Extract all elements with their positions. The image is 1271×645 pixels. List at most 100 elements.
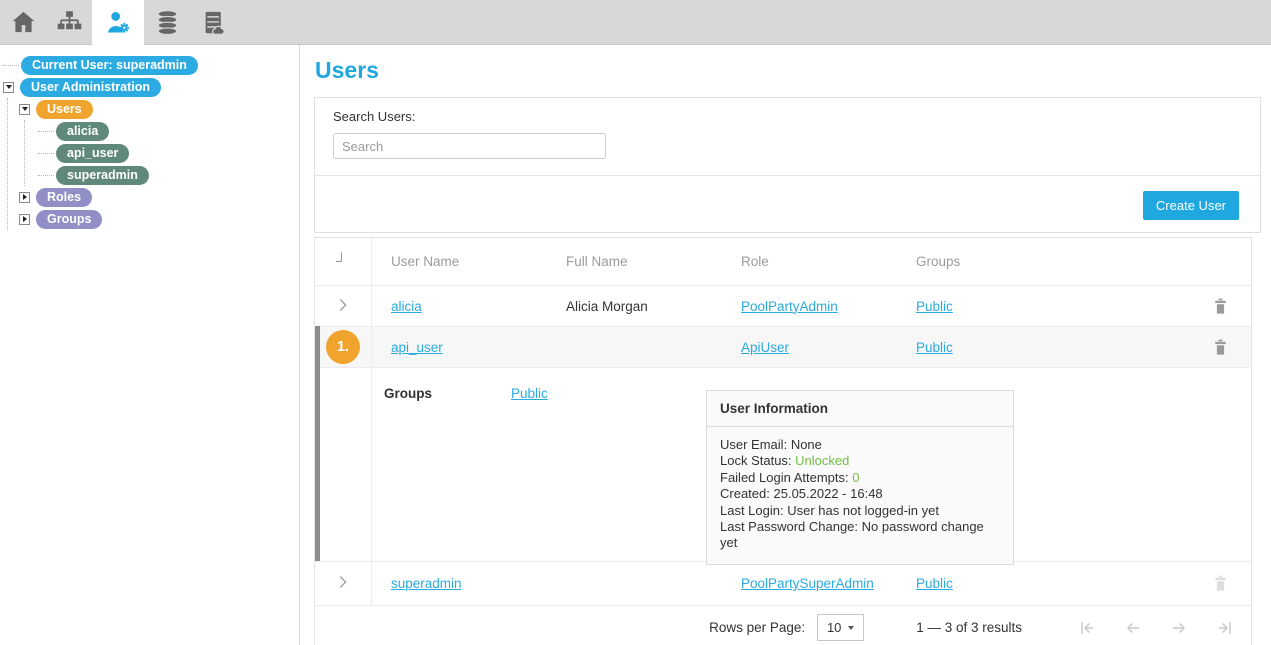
sitemap-icon bbox=[56, 9, 83, 36]
collapse-toggle-icon[interactable] bbox=[19, 104, 30, 115]
tree-connector bbox=[38, 153, 54, 154]
column-header-groups: Groups bbox=[897, 254, 1189, 269]
previous-page-button[interactable] bbox=[1123, 618, 1143, 638]
expand-toggle-icon[interactable] bbox=[19, 214, 30, 225]
actions-cell bbox=[1189, 575, 1251, 592]
tree-node-current-user: Current User: superadmin bbox=[0, 54, 299, 76]
tree-node-api-user: api_user bbox=[35, 142, 299, 164]
groups-cell: Public bbox=[897, 576, 1189, 591]
collapse-all-corner-icon[interactable]: ┘ bbox=[315, 238, 372, 285]
tree-pill-user-administration[interactable]: User Administration bbox=[20, 78, 161, 97]
search-section: Search Users: bbox=[315, 98, 1260, 175]
user-link[interactable]: superadmin bbox=[391, 576, 462, 591]
table-row-superadmin: superadmin PoolPartySuperAdmin Public bbox=[315, 561, 1251, 605]
trash-icon bbox=[1213, 298, 1228, 315]
select-caret-icon bbox=[848, 626, 854, 630]
admin-tree: Current User: superadmin User Administra… bbox=[0, 54, 299, 230]
app-body: Current User: superadmin User Administra… bbox=[0, 45, 1271, 645]
user-name-cell: alicia bbox=[372, 299, 547, 314]
user-information-panel: User Information User Email: None Lock S… bbox=[706, 390, 1014, 565]
tree-node-roles: Roles bbox=[16, 186, 299, 208]
expanded-row-detail: Groups Public User Information User Emai… bbox=[315, 367, 1251, 561]
expand-row-chevron-icon[interactable] bbox=[334, 296, 352, 317]
info-line-last-password-change: Last Password Change: No password change… bbox=[720, 519, 1000, 552]
row-expand-cell: 1. bbox=[315, 327, 372, 367]
next-page-button[interactable] bbox=[1169, 618, 1189, 638]
rows-per-page-value: 10 bbox=[827, 620, 841, 635]
table-header-row: ┘ User Name Full Name Role Groups bbox=[315, 238, 1251, 285]
table-footer: Rows per Page: 10 1 — 3 of 3 results bbox=[315, 605, 1251, 645]
rows-per-page-label: Rows per Page: bbox=[709, 620, 805, 635]
search-input[interactable] bbox=[333, 133, 606, 159]
search-panel: Search Users: Create User bbox=[314, 97, 1261, 233]
home-icon bbox=[10, 9, 37, 36]
tree-pill-groups[interactable]: Groups bbox=[36, 210, 102, 229]
database-icon bbox=[154, 9, 181, 36]
user-name-cell: superadmin bbox=[372, 576, 547, 591]
column-header-user-name: User Name bbox=[372, 254, 547, 269]
tree-pill-current-user[interactable]: Current User: superadmin bbox=[21, 56, 198, 75]
home-button[interactable] bbox=[0, 0, 46, 45]
last-page-button[interactable] bbox=[1215, 618, 1235, 638]
first-page-button[interactable] bbox=[1077, 618, 1097, 638]
tree-pill-users[interactable]: Users bbox=[36, 100, 93, 119]
search-users-label: Search Users: bbox=[333, 109, 1242, 124]
last-page-icon bbox=[1215, 618, 1235, 638]
column-header-role: Role bbox=[722, 254, 897, 269]
role-link[interactable]: PoolPartyAdmin bbox=[741, 299, 838, 314]
page-title: Users bbox=[315, 57, 1271, 84]
top-toolbar bbox=[0, 0, 1271, 45]
server-backup-button[interactable] bbox=[190, 0, 236, 45]
sitemap-button[interactable] bbox=[46, 0, 92, 45]
rows-per-page-select[interactable]: 10 bbox=[817, 614, 864, 641]
tree-node-groups: Groups bbox=[16, 208, 299, 230]
tree-node-users: Users bbox=[16, 98, 299, 120]
role-cell: PoolPartySuperAdmin bbox=[722, 576, 897, 591]
expand-row-chevron-icon[interactable] bbox=[334, 573, 352, 594]
tree-connector bbox=[38, 131, 54, 132]
server-backup-icon bbox=[200, 9, 227, 36]
actions-cell bbox=[1189, 339, 1251, 356]
detail-groups-label: Groups bbox=[384, 386, 511, 561]
database-button[interactable] bbox=[144, 0, 190, 45]
group-link[interactable]: Public bbox=[916, 299, 953, 314]
previous-page-icon bbox=[1123, 618, 1143, 638]
column-header-full-name: Full Name bbox=[547, 254, 722, 269]
role-cell: PoolPartyAdmin bbox=[722, 299, 897, 314]
annotation-step-badge: 1. bbox=[326, 330, 360, 364]
role-link[interactable]: PoolPartySuperAdmin bbox=[741, 576, 874, 591]
info-line-lock-status: Lock Status: Unlocked bbox=[720, 453, 1000, 469]
create-user-button[interactable]: Create User bbox=[1143, 191, 1239, 220]
group-link[interactable]: Public bbox=[916, 576, 953, 591]
tree-pill-api-user[interactable]: api_user bbox=[56, 144, 129, 163]
selected-row-block: 1. api_user ApiUser Public bbox=[315, 326, 1251, 561]
info-line-created: Created: 25.05.2022 - 16:48 bbox=[720, 486, 1000, 502]
detail-content: Groups Public User Information User Emai… bbox=[372, 368, 1251, 561]
delete-user-button[interactable] bbox=[1213, 339, 1228, 356]
tree-connector bbox=[3, 65, 19, 66]
tree-pill-alicia[interactable]: alicia bbox=[56, 122, 109, 141]
tree-node-user-administration: User Administration bbox=[0, 76, 299, 98]
user-link[interactable]: api_user bbox=[391, 340, 443, 355]
delete-user-button[interactable] bbox=[1213, 298, 1228, 315]
role-cell: ApiUser bbox=[722, 340, 897, 355]
tree-node-alicia: alicia bbox=[35, 120, 299, 142]
actions-cell bbox=[1189, 298, 1251, 315]
user-name-cell: api_user bbox=[372, 340, 547, 355]
actions-section: Create User bbox=[315, 175, 1260, 232]
collapse-toggle-icon[interactable] bbox=[3, 82, 14, 93]
table-row-alicia: alicia Alicia Morgan PoolPartyAdmin Publ… bbox=[315, 285, 1251, 326]
results-count-text: 1 — 3 of 3 results bbox=[916, 620, 1022, 635]
group-link[interactable]: Public bbox=[916, 340, 953, 355]
user-administration-button[interactable] bbox=[92, 0, 144, 45]
tree-pill-roles[interactable]: Roles bbox=[36, 188, 92, 207]
trash-icon bbox=[1213, 575, 1228, 592]
tree-node-superadmin: superadmin bbox=[35, 164, 299, 186]
user-link[interactable]: alicia bbox=[391, 299, 422, 314]
tree-group-user-administration: Users alicia api_user superadmin bbox=[7, 98, 299, 230]
expand-toggle-icon[interactable] bbox=[19, 192, 30, 203]
delete-user-button-disabled bbox=[1213, 575, 1228, 592]
tree-pill-superadmin[interactable]: superadmin bbox=[56, 166, 149, 185]
role-link[interactable]: ApiUser bbox=[741, 340, 789, 355]
detail-group-link[interactable]: Public bbox=[511, 386, 548, 561]
